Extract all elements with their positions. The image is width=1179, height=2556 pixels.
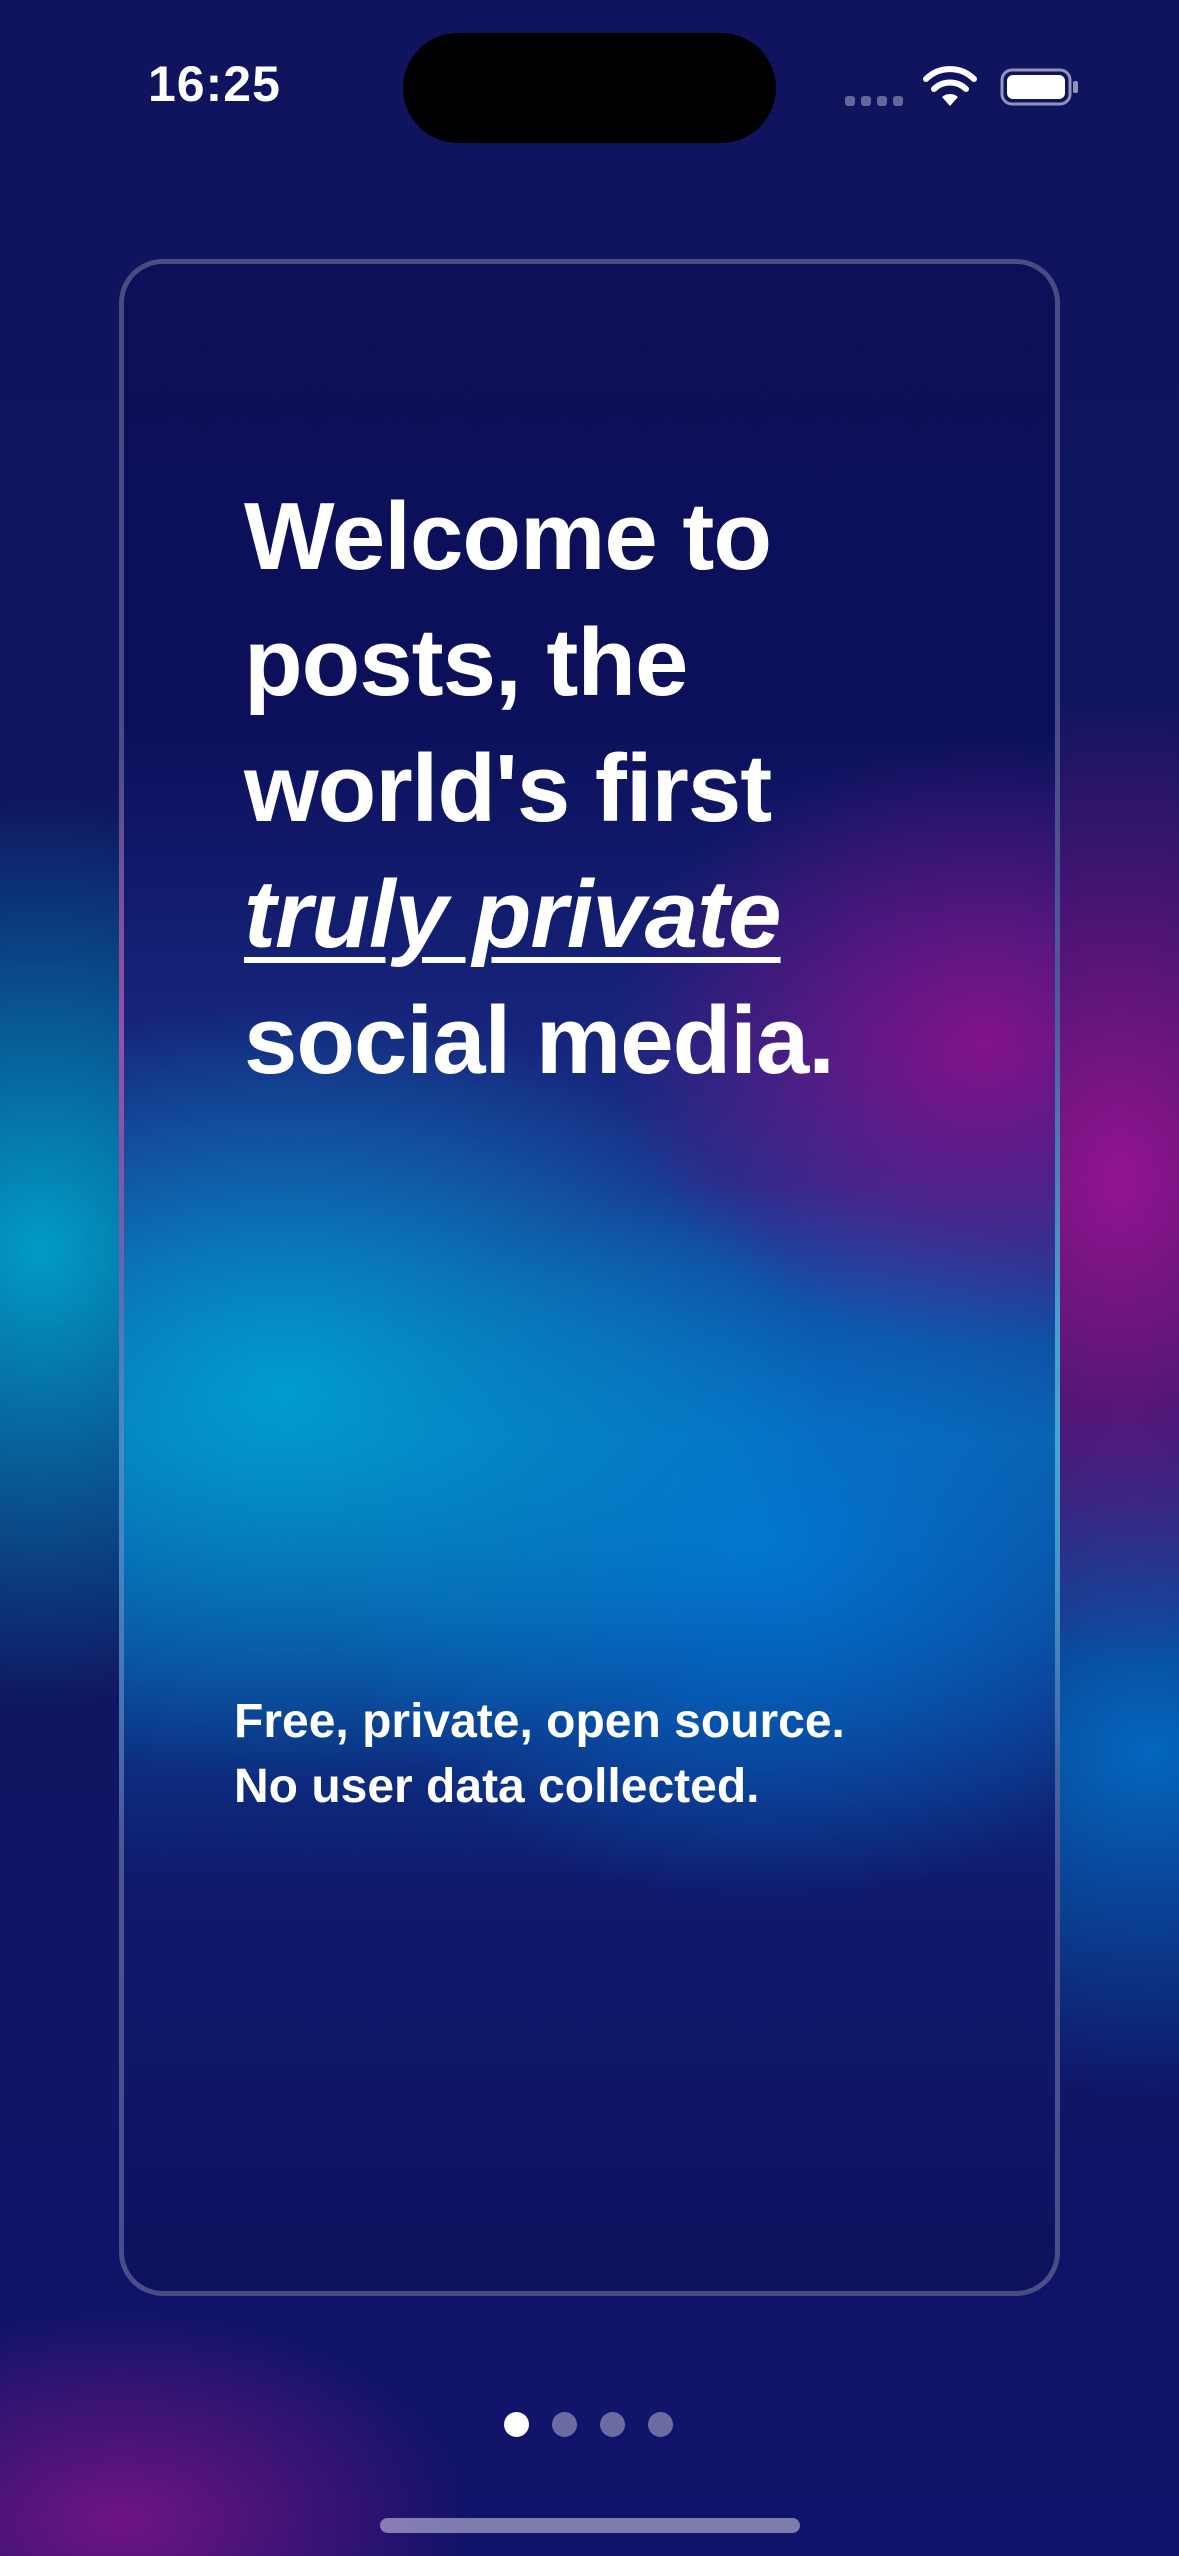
headline-line: world's first (244, 735, 772, 842)
home-indicator[interactable] (380, 2518, 800, 2533)
page-dot-2[interactable] (552, 2412, 577, 2437)
headline-line: posts, the (244, 609, 688, 716)
page-dot-1[interactable] (504, 2412, 529, 2437)
tagline-line: Free, private, open source. (234, 1695, 845, 1748)
battery-icon (1000, 68, 1078, 106)
tagline: Free, private, open source. No user data… (234, 1689, 1014, 1819)
tagline-line: No user data collected. (234, 1760, 760, 1813)
page-dot-3[interactable] (600, 2412, 625, 2437)
onboarding-card[interactable]: Welcome to posts, the world's first trul… (119, 259, 1060, 2296)
dynamic-island (403, 33, 776, 143)
page-indicator[interactable] (504, 2412, 673, 2437)
headline-line: social media. (244, 987, 835, 1094)
status-time: 16:25 (148, 56, 281, 112)
welcome-headline: Welcome to posts, the world's first trul… (244, 474, 1004, 1104)
headline-line: Welcome to (244, 483, 772, 590)
wifi-icon (923, 66, 977, 106)
headline-emphasis: truly private (244, 861, 782, 968)
status-bar: 16:25 (0, 0, 1179, 170)
page-dot-4[interactable] (648, 2412, 673, 2437)
cellular-signal-icon (845, 96, 903, 106)
